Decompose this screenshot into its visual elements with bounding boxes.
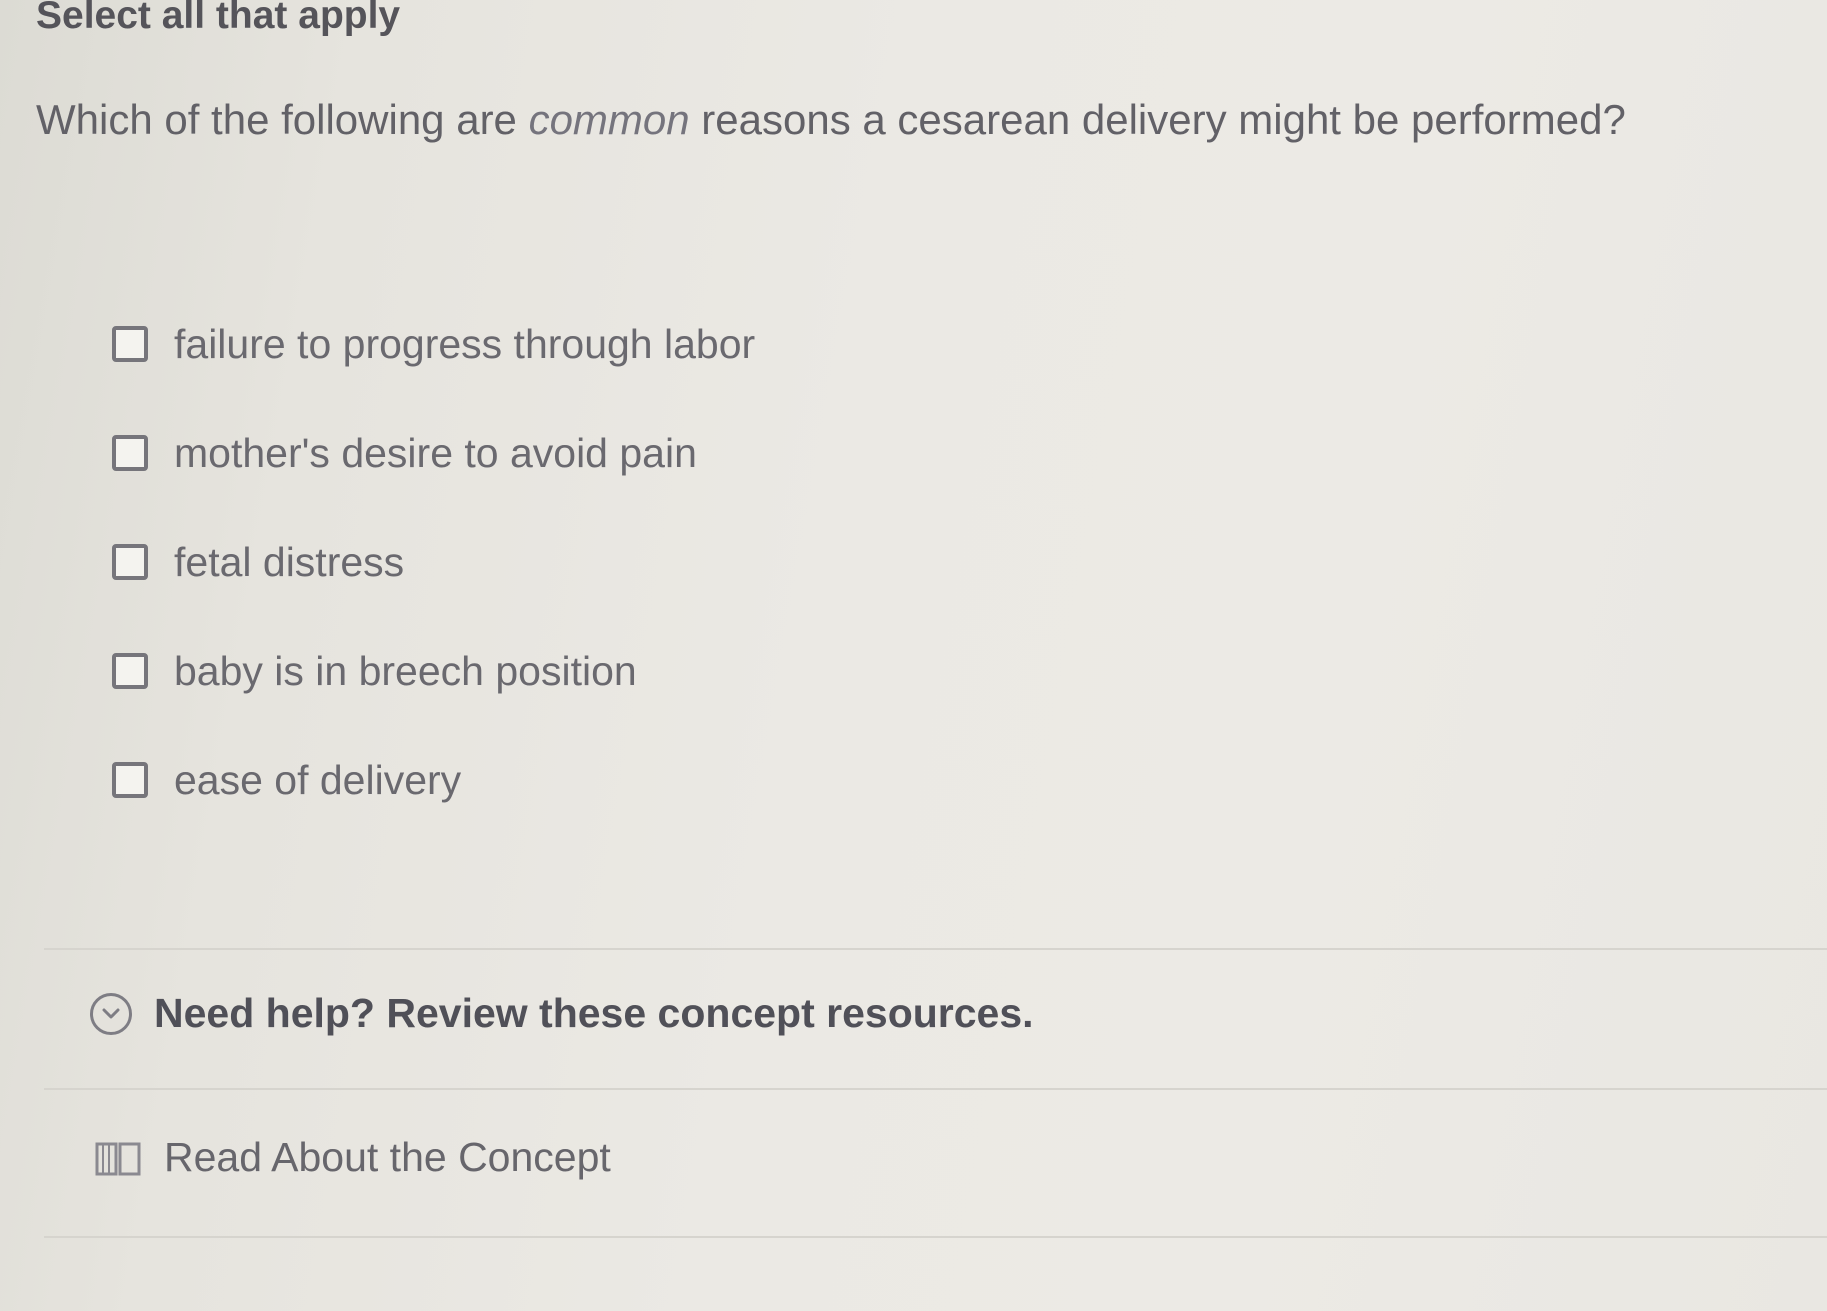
divider-top [44,948,1827,950]
option-label: ease of delivery [174,756,462,803]
option-fetal-distress[interactable]: fetal distress [112,534,755,590]
option-checkbox[interactable] [112,326,148,362]
question-text: Which of the following are common reason… [36,96,1626,144]
option-failure-to-progress[interactable]: failure to progress through labor [112,316,755,372]
option-label: fetal distress [174,538,405,585]
option-checkbox[interactable] [112,762,148,798]
option-label: baby is in breech position [174,647,637,694]
option-ease-of-delivery[interactable]: ease of delivery [112,752,755,808]
option-checkbox[interactable] [112,544,148,580]
option-checkbox[interactable] [112,653,148,689]
help-link[interactable]: Need help? Review these concept resource… [154,990,1034,1037]
book-icon [95,1142,141,1175]
option-mothers-desire[interactable]: mother's desire to avoid pain [112,425,755,481]
instructions-heading: Select all that apply [36,0,401,37]
option-checkbox[interactable] [112,435,148,471]
help-toggle[interactable]: Need help? Review these concept resource… [90,990,1034,1037]
option-label: mother's desire to avoid pain [174,429,697,476]
read-concept-link[interactable]: Read About the Concept [94,1134,611,1181]
answer-options: failure to progress through labor mother… [112,316,755,861]
question-emphasis: common [528,96,690,143]
divider-bottom [44,1236,1827,1238]
read-concept-label[interactable]: Read About the Concept [164,1134,611,1181]
question-prefix: Which of the following are [36,96,529,143]
option-label: failure to progress through labor [174,320,756,367]
chevron-down-icon [102,1008,120,1018]
chevron-circle-icon[interactable] [90,992,132,1035]
question-suffix: reasons a cesarean delivery might be per… [689,96,1626,143]
option-breech-position[interactable]: baby is in breech position [112,643,755,699]
divider-middle [44,1088,1827,1090]
question-page: Select all that apply Which of the follo… [0,0,1827,1311]
